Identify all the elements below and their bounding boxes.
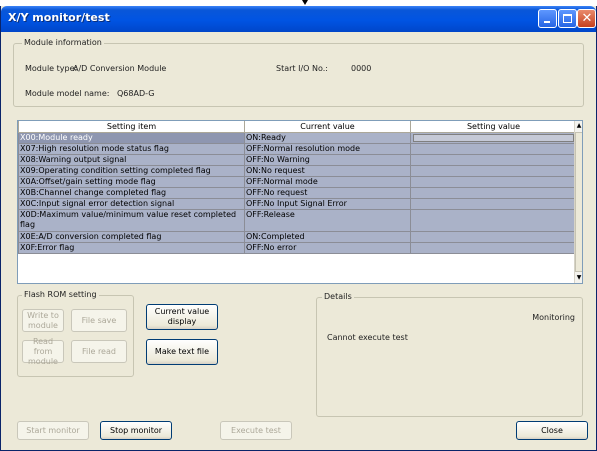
current-value-cell: OFF:No Input Signal Error	[244, 197, 411, 210]
setting-item-cell: X07:High resolution mode status flag	[18, 142, 245, 155]
current-value-cell: ON:No request	[244, 164, 411, 177]
read-from-module-button[interactable]: Read from module	[22, 337, 64, 366]
current-value-cell: OFF:No Warning	[244, 153, 411, 166]
setting-value-cell[interactable]	[410, 241, 577, 254]
flash-rom-setting-group: Flash ROM setting Write to module File s…	[17, 290, 134, 377]
module-type-label: Module type:	[25, 64, 78, 73]
column-header-current-value[interactable]: Current value	[244, 121, 411, 133]
start-monitor-button[interactable]: Start monitor	[17, 421, 89, 440]
title-bar[interactable]: X/Y monitor/test ✕	[1, 6, 596, 32]
setting-item-cell: X0F:Error flag	[18, 241, 245, 254]
module-information-group: Module information Module type: A/D Conv…	[13, 38, 584, 107]
setting-value-cell[interactable]	[410, 131, 577, 144]
flash-rom-setting-legend: Flash ROM setting	[22, 290, 99, 299]
start-io-label: Start I/O No.:	[276, 64, 328, 73]
setting-value-cell[interactable]	[410, 186, 577, 199]
write-to-module-button[interactable]: Write to module	[22, 309, 64, 332]
table-vertical-scrollbar[interactable]: ▲ ▼	[574, 121, 582, 283]
make-text-file-button[interactable]: Make text file	[146, 339, 218, 365]
setting-value-cell[interactable]	[410, 142, 577, 155]
setting-value-cell[interactable]	[410, 208, 577, 232]
module-model-value: Q68AD-G	[117, 89, 155, 98]
module-model-label: Module model name:	[25, 89, 110, 98]
details-legend: Details	[322, 292, 354, 301]
current-value-cell: ON:Ready	[244, 131, 411, 144]
scroll-up-icon[interactable]: ▲	[575, 121, 582, 131]
setting-item-cell: X0B:Channel change completed flag	[18, 186, 245, 199]
execute-test-button[interactable]: Execute test	[220, 421, 292, 440]
setting-value-cell[interactable]	[410, 153, 577, 166]
setting-value-cell[interactable]	[410, 175, 577, 188]
setting-item-cell: X0A:Offset/gain setting mode flag	[18, 175, 245, 188]
setting-item-cell: X0C:Input signal error detection signal	[18, 197, 245, 210]
stop-monitor-button[interactable]: Stop monitor	[100, 421, 172, 440]
scroll-thumb[interactable]	[575, 132, 582, 272]
current-value-cell: OFF:No request	[244, 186, 411, 199]
setting-value-cell[interactable]	[410, 197, 577, 210]
current-value-cell: OFF:Normal mode	[244, 175, 411, 188]
column-header-setting-value[interactable]: Setting value	[410, 121, 577, 133]
table-row[interactable]: X0F:Error flag OFF:No error	[18, 241, 577, 254]
maximize-button[interactable]	[558, 9, 577, 28]
setting-item-cell: X0D:Maximum value/minimum value reset co…	[18, 208, 245, 232]
file-read-button[interactable]: File read	[71, 340, 127, 363]
current-value-display-button[interactable]: Current value display	[146, 304, 218, 330]
table-row[interactable]: X00:Module ready ON:Ready	[18, 131, 577, 144]
table-row[interactable]: X07:High resolution mode status flag OFF…	[18, 142, 577, 155]
scroll-down-icon[interactable]: ▼	[575, 273, 582, 283]
current-value-cell: OFF:Normal resolution mode	[244, 142, 411, 155]
table-row[interactable]: X08:Warning output signal OFF:No Warning	[18, 153, 577, 166]
setting-value-cell[interactable]	[410, 164, 577, 177]
close-button[interactable]: Close	[516, 421, 588, 440]
minimize-icon	[544, 21, 550, 23]
column-header-setting-item[interactable]: Setting item	[18, 121, 245, 133]
cursor-marker	[302, 0, 308, 5]
setting-item-cell: X09:Operating condition setting complete…	[18, 164, 245, 177]
setting-item-cell: X0E:A/D conversion completed flag	[18, 230, 245, 243]
window-title: X/Y monitor/test	[8, 11, 110, 24]
file-save-button[interactable]: File save	[71, 309, 127, 332]
close-window-button[interactable]: ✕	[577, 9, 596, 28]
maximize-icon	[563, 14, 572, 23]
close-icon: ✕	[581, 11, 593, 26]
table-row[interactable]: X0E:A/D conversion completed flag ON:Com…	[18, 230, 577, 243]
setting-value-field[interactable]	[413, 133, 574, 142]
current-value-cell: OFF:Release	[244, 208, 411, 232]
setting-item-cell: X08:Warning output signal	[18, 153, 245, 166]
table-row[interactable]: X0C:Input signal error detection signal …	[18, 197, 577, 210]
minimize-button[interactable]	[538, 9, 557, 28]
xy-signal-table[interactable]: Setting item Current value Setting value…	[17, 120, 583, 284]
table-row[interactable]: X0D:Maximum value/minimum value reset co…	[18, 208, 577, 232]
monitoring-status: Monitoring	[532, 313, 575, 322]
setting-item-cell: X00:Module ready	[18, 131, 245, 144]
current-value-cell: ON:Completed	[244, 230, 411, 243]
module-type-value: A/D Conversion Module	[73, 64, 167, 73]
table-row[interactable]: X0B:Channel change completed flag OFF:No…	[18, 186, 577, 199]
start-io-value: 0000	[351, 64, 372, 73]
table-row[interactable]: X09:Operating condition setting complete…	[18, 164, 577, 177]
table-row[interactable]: X0A:Offset/gain setting mode flag OFF:No…	[18, 175, 577, 188]
details-group: Details Monitoring Cannot execute test	[316, 292, 583, 417]
current-value-cell: OFF:No error	[244, 241, 411, 254]
setting-value-cell[interactable]	[410, 230, 577, 243]
xy-monitor-test-window: X/Y monitor/test ✕ Module information Mo…	[0, 6, 597, 451]
details-message: Cannot execute test	[327, 333, 408, 342]
module-information-legend: Module information	[22, 38, 104, 47]
